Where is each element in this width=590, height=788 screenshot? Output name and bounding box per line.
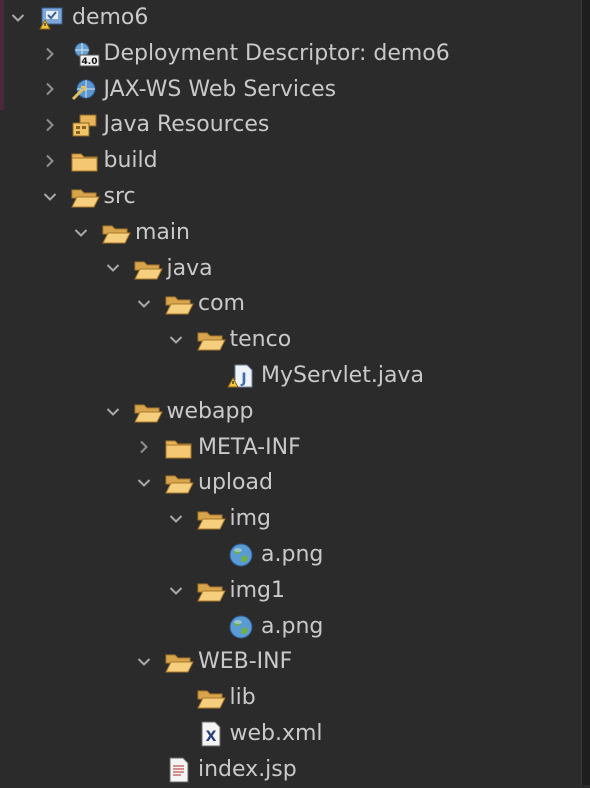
chevron-right-icon[interactable] <box>41 36 59 72</box>
svg-text:J: J <box>240 371 246 387</box>
folder-open-icon <box>101 220 131 246</box>
tree-item[interactable]: JAX-WS Web Services <box>0 72 581 108</box>
deployment-descriptor-icon: 4.0 <box>70 41 100 67</box>
svg-text:4.0: 4.0 <box>81 57 97 67</box>
tree-item[interactable]: src <box>0 179 581 215</box>
tree-item-label: MyServlet.java <box>261 362 424 388</box>
chevron-down-icon[interactable] <box>104 251 122 287</box>
folder-open-icon <box>196 327 226 353</box>
folder-open-icon <box>164 291 194 317</box>
tree-item-label: src <box>103 183 136 209</box>
tree-item[interactable]: tenco <box>0 322 581 358</box>
tree-item-label: META-INF <box>198 434 301 460</box>
tree-item-label: webapp <box>166 398 254 424</box>
project-explorer-tree: demo6 4.0 Deployment Descriptor: demo6 JAX-… <box>0 0 581 788</box>
tree-item[interactable]: webapp <box>0 394 581 430</box>
folder-open-icon <box>133 399 163 425</box>
tree-item-label: demo6 <box>72 5 149 30</box>
view-border <box>581 0 590 785</box>
chevron-down-icon[interactable] <box>9 0 27 36</box>
chevron-down-icon[interactable] <box>135 286 153 322</box>
folder-icon <box>70 148 100 174</box>
tree-item[interactable]: META-INF <box>0 430 581 466</box>
folder-open-icon <box>70 184 100 210</box>
tree-item-label: JAX-WS Web Services <box>103 76 337 102</box>
tree-item-label: Deployment Descriptor: demo6 <box>103 40 450 66</box>
tree-item[interactable]: upload <box>0 465 581 501</box>
folder-icon <box>164 435 194 461</box>
tree-item[interactable]: demo6 <box>0 0 581 36</box>
folder-open-icon <box>196 578 226 604</box>
chevron-down-icon[interactable] <box>104 394 122 430</box>
tree-item[interactable]: J MyServlet.java <box>0 358 581 394</box>
tree-item[interactable]: WEB-INF <box>0 644 581 680</box>
tree-item-label: WEB-INF <box>198 649 293 675</box>
chevron-down-icon[interactable] <box>167 501 185 537</box>
tree-item-label: img1 <box>229 577 286 603</box>
folder-open-icon <box>164 649 194 675</box>
chevron-down-icon[interactable] <box>167 322 185 358</box>
chevron-down-icon[interactable] <box>72 215 90 251</box>
chevron-right-icon[interactable] <box>41 143 59 179</box>
java-file-icon: J <box>227 363 257 389</box>
tree-item[interactable]: java <box>0 251 581 287</box>
tree-item[interactable]: Xweb.xml <box>0 716 581 752</box>
tree-item-label: main <box>135 219 190 245</box>
tree-item-label: lib <box>229 685 256 711</box>
tree-item-label: tenco <box>229 327 292 353</box>
tree-item[interactable]: build <box>0 143 581 179</box>
tree-item-label: build <box>103 148 158 174</box>
chevron-right-icon[interactable] <box>41 72 59 108</box>
globe-icon <box>227 614 257 640</box>
jsp-file-icon <box>164 757 194 783</box>
globe-icon <box>227 542 257 568</box>
tree-item[interactable]: a.png <box>0 537 581 573</box>
tree-item-label: java <box>166 255 213 281</box>
tree-item-label: com <box>198 291 245 317</box>
java-resources-icon <box>70 112 100 138</box>
tree-item-label: a.png <box>261 613 324 639</box>
tree-item[interactable]: index.jsp <box>0 752 581 788</box>
tree-item[interactable]: img1 <box>0 573 581 609</box>
tree-item[interactable]: com <box>0 286 581 322</box>
chevron-right-icon[interactable] <box>135 430 153 466</box>
tree-item[interactable]: 4.0 Deployment Descriptor: demo6 <box>0 36 581 72</box>
web-services-icon <box>70 77 100 103</box>
tree-item-label: index.jsp <box>198 756 297 782</box>
tree-item-label: web.xml <box>229 720 323 746</box>
folder-open-icon <box>196 506 226 532</box>
svg-text:X: X <box>205 729 216 745</box>
tree-item[interactable]: main <box>0 215 581 251</box>
tree-item[interactable]: img <box>0 501 581 537</box>
folder-open-icon <box>196 685 226 711</box>
tree-item[interactable]: Java Resources <box>0 107 581 143</box>
folder-open-icon <box>164 470 194 496</box>
chevron-down-icon[interactable] <box>41 179 59 215</box>
project-icon <box>38 5 68 31</box>
xml-file-icon: X <box>196 721 226 747</box>
chevron-down-icon[interactable] <box>135 644 153 680</box>
chevron-right-icon[interactable] <box>41 107 59 143</box>
chevron-down-icon[interactable] <box>167 573 185 609</box>
chevron-down-icon[interactable] <box>135 465 153 501</box>
tree-item-label: Java Resources <box>103 112 270 138</box>
tree-item[interactable]: lib <box>0 680 581 716</box>
tree-item-label: upload <box>198 470 273 496</box>
folder-open-icon <box>133 256 163 282</box>
tree-item-label: img <box>229 506 272 532</box>
tree-item[interactable]: a.png <box>0 609 581 645</box>
tree-item-label: a.png <box>261 541 324 567</box>
